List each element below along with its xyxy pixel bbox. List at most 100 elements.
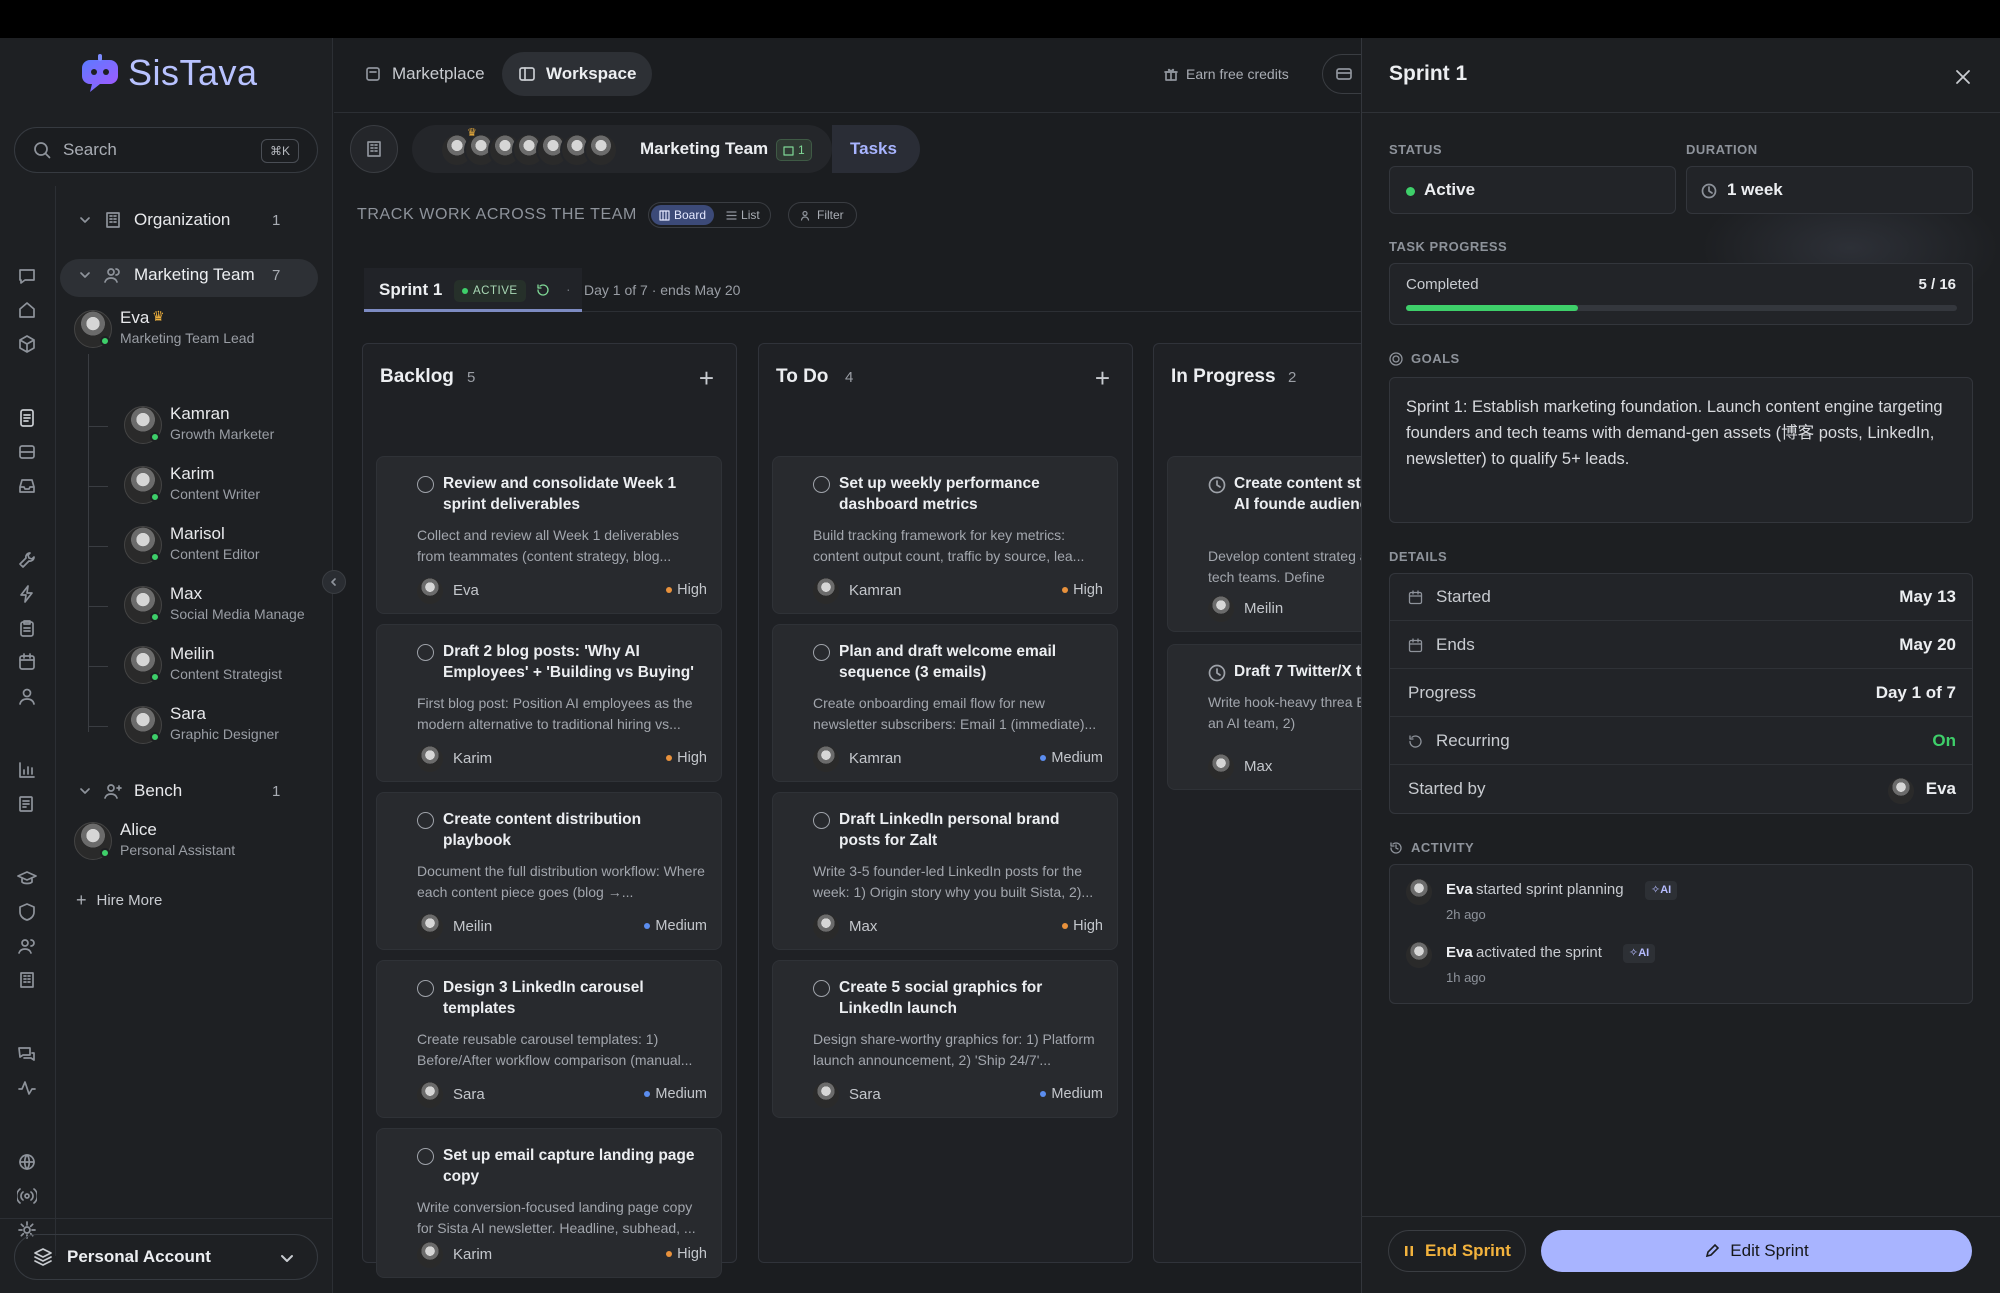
column-count: 4 [845, 369, 854, 386]
clock-icon [1701, 183, 1717, 199]
user-icon[interactable] [17, 686, 37, 706]
layers-icon [34, 1248, 52, 1266]
filter-button[interactable]: Filter [788, 202, 857, 228]
activity-icon[interactable] [17, 1078, 37, 1098]
member-item[interactable]: Marisol Content Editor [120, 520, 320, 572]
member-item[interactable]: Karim Content Writer [120, 460, 320, 512]
task-card[interactable]: Draft LinkedIn personal brand posts for … [772, 792, 1118, 950]
tree-branch [88, 606, 108, 607]
assignee-name: Max [849, 918, 878, 935]
duration-select[interactable]: 1 week [1686, 166, 1973, 214]
shield-icon[interactable] [17, 902, 37, 922]
globe-icon[interactable] [17, 1152, 37, 1172]
member-name: Sara [170, 704, 206, 723]
task-checkbox[interactable] [417, 812, 434, 829]
assignee-avatar [813, 914, 839, 940]
cube-icon[interactable] [17, 334, 37, 354]
home-icon[interactable] [17, 300, 37, 320]
task-card[interactable]: Design 3 LinkedIn carousel templates Cre… [376, 960, 722, 1118]
task-card[interactable]: Create content st for Sista AI founde au… [1167, 456, 1377, 632]
marketplace-tab[interactable]: Marketplace [348, 52, 501, 96]
calendar-icon[interactable] [17, 652, 37, 672]
task-card[interactable]: Create 5 social graphics for LinkedIn la… [772, 960, 1118, 1118]
member-name: Meilin [170, 644, 215, 663]
gift-icon [1164, 68, 1178, 81]
board-view-button[interactable]: Board [651, 205, 715, 225]
task-card[interactable]: Set up weekly performance dashboard metr… [772, 456, 1118, 614]
assignee-avatar [417, 578, 443, 604]
building-icon[interactable] [17, 970, 37, 990]
add-task-button[interactable]: + [699, 363, 714, 394]
collapse-sidebar-button[interactable] [322, 570, 346, 594]
inbox-icon[interactable] [17, 476, 37, 496]
status-select[interactable]: Active [1389, 166, 1676, 214]
chart-icon[interactable] [17, 760, 37, 780]
member-alice[interactable]: Alice Personal Assistant [70, 816, 310, 868]
lightning-icon[interactable] [17, 584, 37, 604]
billing-button[interactable] [1322, 54, 1366, 94]
task-card[interactable]: Create content distribution playbook Doc… [376, 792, 722, 950]
member-item[interactable]: Sara Graphic Designer [120, 700, 320, 752]
report-icon[interactable] [17, 794, 37, 814]
task-checkbox[interactable] [417, 476, 434, 493]
storage-icon[interactable] [17, 442, 37, 462]
list-view-button[interactable]: List [718, 205, 768, 225]
member-eva[interactable]: Eva ♛ Marketing Team Lead [70, 304, 310, 356]
divider [0, 1218, 333, 1219]
tree-organization[interactable]: Organization [78, 210, 230, 230]
tasks-tab[interactable]: Tasks [832, 125, 920, 173]
task-checkbox[interactable] [417, 1148, 434, 1165]
account-switcher[interactable]: Personal Account [14, 1234, 318, 1280]
priority-dot [1062, 587, 1069, 593]
close-icon[interactable] [1954, 68, 1972, 86]
wrench-icon[interactable] [17, 550, 37, 570]
team-icon[interactable] [17, 936, 37, 956]
task-title: Create 5 social graphics for LinkedIn la… [839, 979, 1043, 1017]
task-checkbox[interactable] [813, 812, 830, 829]
filter-label: Filter [817, 208, 844, 222]
chat-icon[interactable] [17, 266, 37, 286]
member-item[interactable]: Meilin Content Strategist [120, 640, 320, 692]
task-card[interactable]: Plan and draft welcome email sequence (3… [772, 624, 1118, 782]
sidebar: SisTava Search ⌘K Organization 1 Marketi… [0, 38, 346, 1293]
ai-badge-label: AI [1638, 947, 1650, 959]
task-card[interactable]: Draft 2 blog posts: 'Why AI Employees' +… [376, 624, 722, 782]
task-description: Develop content strateg and tech teams. … [1208, 548, 1377, 585]
member-role: Content Editor [170, 546, 260, 562]
task-checkbox[interactable] [813, 980, 830, 997]
member-item[interactable]: Kamran Growth Marketer [120, 400, 320, 452]
assignee-name: Eva [453, 582, 479, 599]
task-checkbox[interactable] [813, 644, 830, 661]
task-card[interactable]: Draft 7 Twitter/X t Write hook-heavy thr… [1167, 644, 1377, 790]
activity-item: Eva started sprint planning ✧AI 2h ago [1390, 879, 1974, 935]
task-checkbox[interactable] [813, 476, 830, 493]
activity-text: activated the sprint [1476, 944, 1602, 961]
member-item[interactable]: Max Social Media Manage [120, 580, 320, 632]
task-checkbox[interactable] [417, 644, 434, 661]
hire-more-button[interactable]: + Hire More [76, 890, 162, 911]
task-card[interactable]: Review and consolidate Week 1 sprint del… [376, 456, 722, 614]
search-input[interactable]: Search ⌘K [14, 127, 318, 173]
sprint-status-badge: ACTIVE [454, 280, 526, 302]
detail-label: Progress [1408, 683, 1477, 702]
edit-sprint-button[interactable]: Edit Sprint [1541, 1230, 1972, 1272]
graduation-icon[interactable] [17, 868, 37, 888]
end-sprint-button[interactable]: End Sprint [1388, 1230, 1526, 1272]
task-checkbox[interactable] [417, 980, 434, 997]
hire-more-label: Hire More [96, 892, 163, 909]
task-card[interactable]: Set up email capture landing page copy W… [376, 1128, 722, 1278]
assignee-avatar [1208, 596, 1234, 622]
priority-badge: Medium [644, 918, 707, 934]
earn-credits-link[interactable]: Earn free credits [1164, 66, 1289, 82]
broadcast-icon[interactable] [17, 1186, 37, 1206]
add-task-button[interactable]: + [1095, 363, 1110, 394]
org-button[interactable] [350, 125, 398, 173]
workspace-tab[interactable]: Workspace [502, 52, 653, 96]
messages-icon[interactable] [17, 1044, 37, 1064]
tree-marketing-team[interactable]: Marketing Team [78, 265, 255, 285]
document-icon[interactable] [17, 408, 37, 428]
tree-bench[interactable]: Bench [78, 781, 182, 801]
clipboard-icon[interactable] [17, 618, 37, 638]
tree-branch [88, 546, 108, 547]
account-label: Personal Account [67, 1247, 211, 1266]
